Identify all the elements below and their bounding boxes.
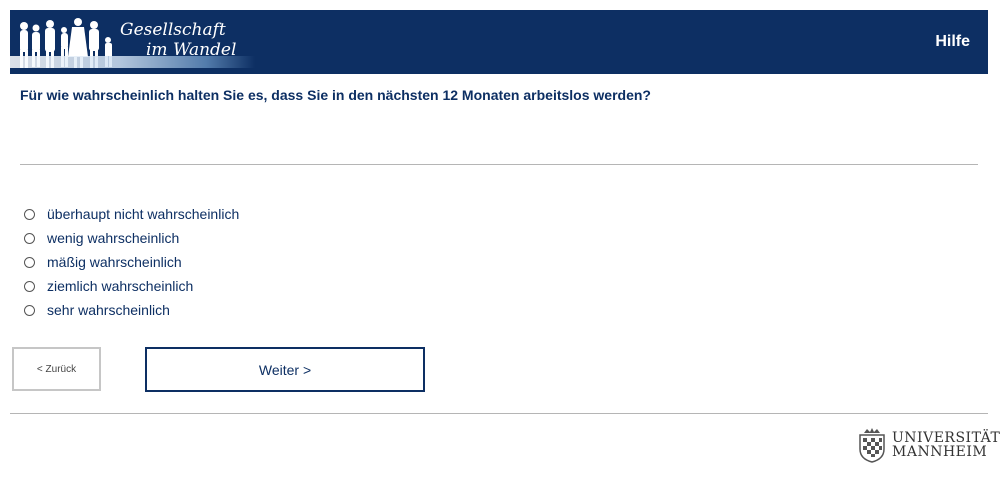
divider: [20, 164, 978, 165]
logo-line-2: MANNHEIM: [892, 444, 988, 460]
logo-line-1: UNIVERSITÄT: [892, 430, 1001, 446]
back-button[interactable]: < Zurück: [12, 347, 101, 391]
university-logo: UNIVERSITÄT MANNHEIM: [856, 427, 1000, 463]
help-link[interactable]: Hilfe: [935, 33, 970, 51]
radio-button[interactable]: [24, 304, 35, 316]
option-label[interactable]: ziemlich wahrscheinlich: [47, 278, 193, 294]
option-2[interactable]: wenig wahrscheinlich: [24, 226, 239, 250]
next-button[interactable]: Weiter >: [145, 347, 425, 392]
answer-options: überhaupt nicht wahrscheinlich wenig wah…: [24, 202, 239, 322]
university-name: UNIVERSITÄT MANNHEIM: [892, 431, 1000, 459]
option-3[interactable]: mäßig wahrscheinlich: [24, 250, 239, 274]
radio-button[interactable]: [24, 232, 35, 244]
option-4[interactable]: ziemlich wahrscheinlich: [24, 274, 239, 298]
divider: [10, 413, 988, 414]
option-label[interactable]: wenig wahrscheinlich: [47, 230, 179, 246]
university-seal-icon: [859, 428, 885, 463]
option-label[interactable]: mäßig wahrscheinlich: [47, 254, 182, 270]
option-1[interactable]: überhaupt nicht wahrscheinlich: [24, 202, 239, 226]
radio-button[interactable]: [24, 256, 35, 268]
radio-button[interactable]: [24, 280, 35, 292]
survey-header: Gesellschaft im Wandel Hilfe: [10, 10, 988, 74]
option-label[interactable]: sehr wahrscheinlich: [47, 302, 170, 318]
brand-line-1: Gesellschaft: [120, 20, 226, 40]
radio-button[interactable]: [24, 208, 35, 220]
question-text: Für wie wahrscheinlich halten Sie es, da…: [20, 87, 651, 103]
option-label[interactable]: überhaupt nicht wahrscheinlich: [47, 206, 239, 222]
brand-title: Gesellschaft im Wandel: [120, 20, 236, 60]
option-5[interactable]: sehr wahrscheinlich: [24, 298, 239, 322]
brand-line-2: im Wandel: [146, 40, 237, 60]
